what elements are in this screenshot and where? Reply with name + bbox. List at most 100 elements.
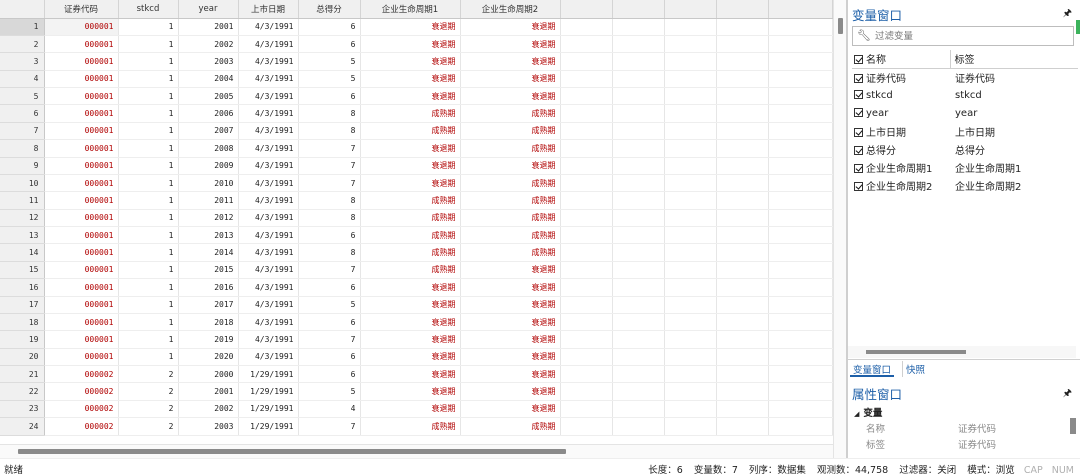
row-number[interactable]: 21 <box>0 365 45 384</box>
table-cell[interactable]: 1/29/1991 <box>238 382 299 401</box>
table-cell[interactable]: 6 <box>298 87 361 106</box>
table-cell[interactable]: 6 <box>298 348 361 367</box>
table-cell[interactable]: 2017 <box>178 296 239 314</box>
tab-variables[interactable]: 变量窗口 <box>850 361 895 377</box>
table-cell[interactable]: 000001 <box>44 226 119 245</box>
table-cell[interactable]: 4/3/1991 <box>238 209 299 228</box>
table-cell[interactable]: 1 <box>118 226 179 245</box>
table-cell[interactable]: 衰退期 <box>460 365 561 384</box>
row-number[interactable]: 13 <box>0 226 45 245</box>
table-row[interactable]: 15 000001 1 2015 4/3/1991 7 成熟期 衰退期 <box>0 261 833 280</box>
property-row[interactable]: 名称 证券代码 <box>852 420 1072 436</box>
variable-filter-box[interactable]: 🔧︎ <box>852 26 1074 46</box>
table-cell[interactable]: 1 <box>118 122 179 141</box>
variable-row[interactable]: 企业生命周期1 企业生命周期1 <box>852 158 1078 176</box>
table-cell[interactable]: 2 <box>118 417 179 436</box>
table-row[interactable]: 11 000001 1 2011 4/3/1991 8 成熟期 成熟期 <box>0 191 833 210</box>
table-row[interactable]: 12 000001 1 2012 4/3/1991 8 成熟期 成熟期 <box>0 209 833 228</box>
table-cell[interactable]: 2012 <box>178 209 239 228</box>
row-number[interactable]: 23 <box>0 400 45 419</box>
data-table[interactable]: 证券代码 stkcd year 上市日期 总得分 企业生命周期1 企业生命周期2… <box>0 0 833 436</box>
table-cell[interactable]: 衰退期 <box>360 52 461 71</box>
table-cell[interactable]: 衰退期 <box>360 278 461 297</box>
wrench-icon[interactable]: 🔧︎ <box>857 29 871 42</box>
column-header[interactable]: 上市日期 <box>238 0 299 19</box>
variable-row[interactable]: year year <box>852 104 1078 122</box>
table-cell[interactable]: 000002 <box>44 417 119 436</box>
table-cell[interactable]: 成熟期 <box>460 122 561 141</box>
table-cell[interactable]: 7 <box>298 174 361 193</box>
property-row[interactable]: 标签 证券代码 <box>852 436 1072 452</box>
table-cell[interactable]: 2002 <box>178 35 239 54</box>
table-cell[interactable]: 000001 <box>44 313 119 332</box>
table-cell[interactable]: 衰退期 <box>460 313 561 332</box>
variable-name-cell[interactable]: stkcd <box>852 86 950 104</box>
table-cell[interactable]: 8 <box>298 104 361 123</box>
table-cell[interactable]: 7 <box>298 417 361 436</box>
variable-name-cell[interactable]: 证券代码 <box>852 68 950 86</box>
table-cell[interactable]: 1 <box>118 104 179 123</box>
table-cell[interactable]: 衰退期 <box>460 87 561 106</box>
table-cell[interactable]: 2013 <box>178 226 239 245</box>
table-cell[interactable]: 5 <box>298 296 361 314</box>
table-cell[interactable]: 2008 <box>178 139 239 158</box>
label-column-header[interactable]: 标签 <box>949 50 1078 69</box>
table-row[interactable]: 6 000001 1 2006 4/3/1991 8 成熟期 成熟期 <box>0 104 833 123</box>
table-cell[interactable]: 衰退期 <box>360 382 461 401</box>
table-cell[interactable]: 6 <box>298 226 361 245</box>
table-cell[interactable]: 000001 <box>44 278 119 297</box>
table-cell[interactable]: 4/3/1991 <box>238 348 299 367</box>
table-cell[interactable]: 衰退期 <box>360 400 461 419</box>
table-cell[interactable]: 000001 <box>44 18 119 36</box>
tab-snapshots[interactable]: 快照 <box>902 361 928 377</box>
table-cell[interactable]: 衰退期 <box>360 157 461 175</box>
table-cell[interactable]: 8 <box>298 191 361 210</box>
table-cell[interactable]: 成熟期 <box>460 139 561 158</box>
column-header[interactable]: 总得分 <box>298 0 361 19</box>
properties-scroll-thumb[interactable] <box>1070 418 1076 434</box>
table-cell[interactable]: 衰退期 <box>460 157 561 175</box>
row-number[interactable]: 20 <box>0 348 45 367</box>
table-cell[interactable]: 000001 <box>44 191 119 210</box>
row-number[interactable]: 15 <box>0 261 45 280</box>
variable-checkbox[interactable] <box>854 163 863 173</box>
table-cell[interactable]: 4/3/1991 <box>238 52 299 71</box>
table-cell[interactable]: 4/3/1991 <box>238 157 299 175</box>
table-cell[interactable]: 8 <box>298 243 361 262</box>
table-row[interactable]: 22 000002 2 2001 1/29/1991 5 衰退期 衰退期 <box>0 382 833 401</box>
row-number[interactable]: 12 <box>0 209 45 228</box>
table-row[interactable]: 16 000001 1 2016 4/3/1991 6 衰退期 衰退期 <box>0 278 833 297</box>
table-cell[interactable]: 1 <box>118 261 179 280</box>
table-cell[interactable]: 4/3/1991 <box>238 104 299 123</box>
table-cell[interactable]: 衰退期 <box>460 18 561 36</box>
variable-row[interactable]: 上市日期 上市日期 <box>852 122 1078 140</box>
table-cell[interactable]: 衰退期 <box>460 296 561 314</box>
table-cell[interactable]: 2 <box>118 400 179 419</box>
data-editor-grid[interactable]: 证券代码 stkcd year 上市日期 总得分 企业生命周期1 企业生命周期2… <box>0 0 846 458</box>
grid-vertical-scroll-thumb[interactable] <box>838 18 843 34</box>
table-cell[interactable]: 8 <box>298 122 361 141</box>
table-cell[interactable]: 衰退期 <box>460 382 561 401</box>
collapse-triangle-icon[interactable]: ◢ <box>854 410 859 418</box>
table-cell[interactable]: 成熟期 <box>460 209 561 228</box>
variable-checkbox[interactable] <box>854 127 863 137</box>
table-cell[interactable]: 2018 <box>178 313 239 332</box>
table-row[interactable]: 13 000001 1 2013 4/3/1991 6 成熟期 成熟期 <box>0 226 833 245</box>
table-row[interactable]: 2 000001 1 2002 4/3/1991 6 衰退期 衰退期 <box>0 35 833 54</box>
table-cell[interactable]: 5 <box>298 382 361 401</box>
table-cell[interactable]: 4/3/1991 <box>238 330 299 349</box>
select-all-checkbox[interactable] <box>854 55 863 65</box>
row-number[interactable]: 10 <box>0 174 45 193</box>
table-cell[interactable]: 000001 <box>44 52 119 71</box>
table-row[interactable]: 14 000001 1 2014 4/3/1991 8 成熟期 成熟期 <box>0 243 833 262</box>
table-cell[interactable]: 1 <box>118 313 179 332</box>
table-cell[interactable]: 衰退期 <box>360 35 461 54</box>
variable-checkbox[interactable] <box>854 73 863 83</box>
table-row[interactable]: 17 000001 1 2017 4/3/1991 5 衰退期 衰退期 <box>0 296 833 314</box>
table-cell[interactable]: 000001 <box>44 296 119 314</box>
column-header[interactable]: year <box>178 0 239 19</box>
table-cell[interactable]: 4/3/1991 <box>238 243 299 262</box>
table-cell[interactable]: 1 <box>118 348 179 367</box>
table-cell[interactable]: 2015 <box>178 261 239 280</box>
table-cell[interactable]: 6 <box>298 278 361 297</box>
